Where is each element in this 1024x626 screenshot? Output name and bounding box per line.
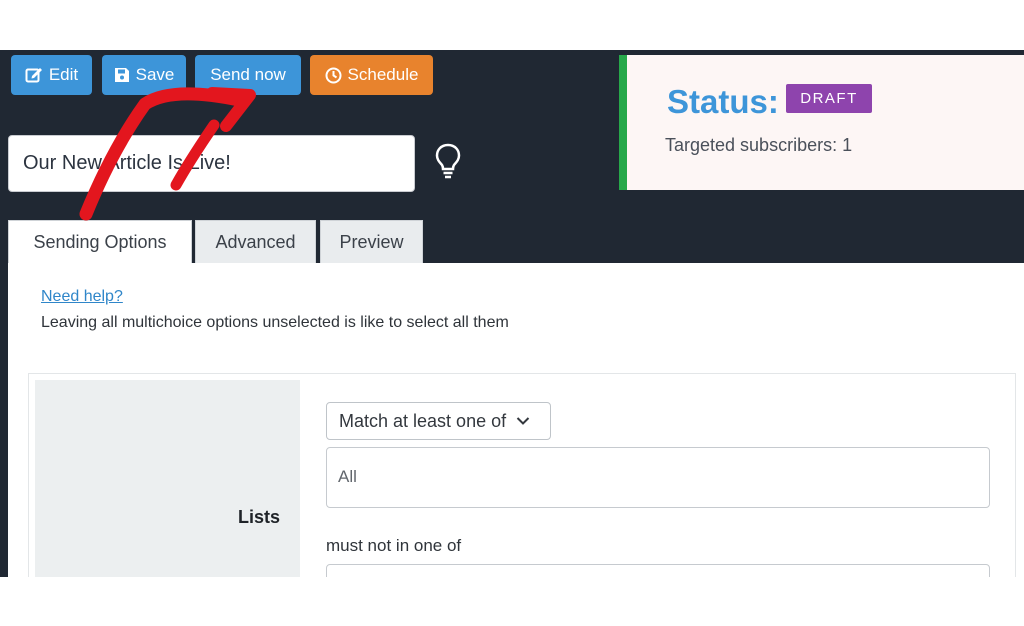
status-badge: DRAFT [786, 84, 872, 113]
match-mode-select[interactable]: Match at least one of [326, 402, 551, 440]
tab-sending-options[interactable]: Sending Options [8, 220, 192, 264]
tab-label: Sending Options [33, 232, 167, 252]
status-panel: Status: DRAFT Targeted subscribers: 1 [619, 55, 1024, 190]
lists-label: Lists [237, 507, 280, 527]
send-now-button[interactable]: Send now [195, 55, 301, 95]
edit-icon [25, 68, 42, 83]
lightbulb-icon[interactable] [433, 142, 463, 182]
campaign-title-value: Our New Article Is Live! [23, 152, 231, 174]
save-button[interactable]: Save [102, 55, 186, 95]
chevron-down-icon [516, 417, 530, 425]
lists-include-value: All [338, 467, 357, 486]
targeted-subscribers: Targeted subscribers: 1 [665, 135, 853, 155]
sending-options-panel: Need help? Leaving all multichoice optio… [8, 263, 1024, 577]
tab-advanced[interactable]: Advanced [195, 220, 316, 263]
edit-button[interactable]: Edit [11, 55, 92, 95]
help-text: Leaving all multichoice options unselect… [41, 314, 509, 331]
newsletter-editor: Edit Save Send now Schedule Our New Arti… [0, 50, 1024, 577]
exclude-lists-label: must not in one of [326, 536, 462, 555]
schedule-button[interactable]: Schedule [310, 55, 433, 95]
edit-button-label: Edit [48, 65, 79, 84]
lists-label-cell: Lists [35, 380, 300, 577]
tab-label: Advanced [215, 231, 296, 252]
clock-icon [325, 67, 342, 83]
status-title: Status: [667, 83, 779, 120]
tab-preview[interactable]: Preview [320, 220, 423, 263]
lists-include-field[interactable]: All [326, 447, 990, 508]
lists-form-row: Lists Match at least one of All must not… [28, 373, 1016, 577]
need-help-link[interactable]: Need help? [41, 288, 123, 306]
send-now-button-label: Send now [210, 65, 286, 84]
save-icon [114, 68, 129, 82]
schedule-button-label: Schedule [347, 65, 419, 84]
lists-exclude-field[interactable] [326, 564, 990, 577]
campaign-title-input[interactable]: Our New Article Is Live! [8, 135, 415, 192]
match-mode-value: Match at least one of [339, 410, 507, 431]
save-button-label: Save [135, 65, 175, 84]
tab-label: Preview [339, 231, 404, 252]
